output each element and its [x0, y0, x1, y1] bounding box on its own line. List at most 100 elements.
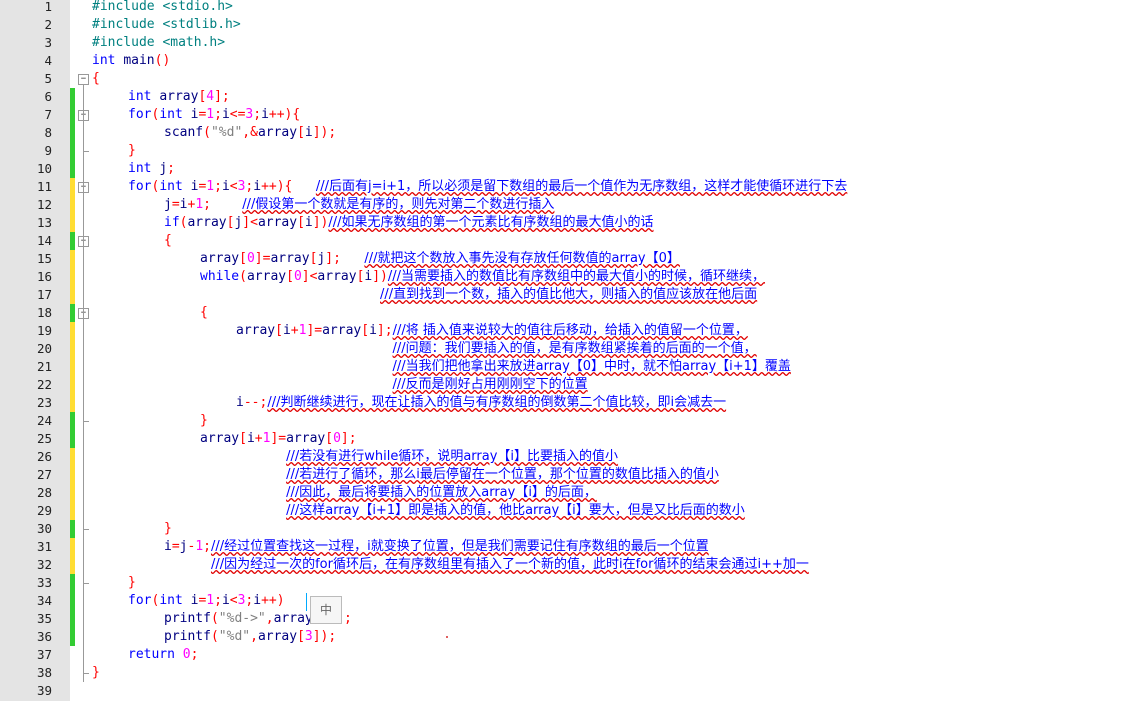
code-line[interactable]: i=j-1;///经过位置查找这一过程，i就变换了位置，但是我们需要记住有序数组…: [164, 538, 709, 556]
line-number: 7: [44, 107, 52, 122]
change-marker: [70, 484, 75, 502]
change-marker: [70, 304, 75, 322]
code-line[interactable]: ///因为经过一次的for循环后，在有序数组里有插入了一个新的值，此时i在for…: [164, 556, 809, 574]
line-number: 17: [36, 287, 52, 302]
code-line[interactable]: int array[4];: [128, 88, 230, 106]
line-number: 14: [36, 233, 52, 248]
code-line[interactable]: for(int i=1;i<=3;i++){: [128, 106, 300, 124]
code-line[interactable]: }: [92, 664, 100, 682]
line-number: 34: [36, 593, 52, 608]
code-line[interactable]: ///当我们把他拿出来放进array【0】中时，就不怕array【i+1】覆盖: [236, 358, 791, 376]
change-marker: [70, 232, 75, 250]
ime-indicator[interactable]: 中: [310, 596, 342, 624]
change-marker: [70, 574, 75, 592]
line-number: 31: [36, 539, 52, 554]
change-marker: [70, 430, 75, 448]
code-line[interactable]: array[0]=array[j]; ///就把这个数放入事先没有存放任何数值的…: [200, 250, 680, 268]
line-number: 24: [36, 413, 52, 428]
line-number: 37: [36, 647, 52, 662]
code-line[interactable]: printf("%d",array[3]);: [164, 628, 336, 646]
code-line[interactable]: if(array[j]<array[i])///如果无序数组的第一个元素比有序数…: [164, 214, 654, 232]
code-line[interactable]: ///直到找到一个数，插入的值比他大，则插入的值应该放在他后面: [200, 286, 757, 304]
change-marker: [70, 268, 75, 286]
line-number: 11: [36, 179, 52, 194]
code-line[interactable]: }: [128, 142, 136, 160]
line-number: 25: [36, 431, 52, 446]
code-line[interactable]: ///问题：我们要插入的值，是有序数组紧挨着的后面的一个值，: [236, 340, 757, 358]
line-number: 1: [44, 0, 52, 14]
code-line[interactable]: for(int i=1;i<3;i++){ ///后面有j=i+1，所以必须是留…: [128, 178, 847, 196]
code-line[interactable]: }: [164, 520, 172, 538]
change-marker: [70, 250, 75, 268]
line-number: 16: [36, 269, 52, 284]
code-line[interactable]: #include <stdlib.h>: [92, 16, 241, 34]
code-line[interactable]: #include <math.h>: [92, 34, 225, 52]
change-marker: [70, 286, 75, 304]
code-line[interactable]: array[i+1]=array[i];///将 插入值来说较大的值往后移动，给…: [236, 322, 748, 340]
line-number: 8: [44, 125, 52, 140]
code-line[interactable]: {: [164, 232, 172, 250]
change-marker: [70, 538, 75, 556]
code-line[interactable]: int j;: [128, 160, 175, 178]
line-number: 27: [36, 467, 52, 482]
change-marker: [70, 592, 75, 610]
line-number: 38: [36, 665, 52, 680]
change-marker: [70, 412, 75, 430]
code-line[interactable]: while(array[0]<array[i])///当需要插入的数值比有序数组…: [200, 268, 765, 286]
code-line[interactable]: ///反而是刚好占用刚刚空下的位置: [236, 376, 588, 394]
change-marker: [70, 88, 75, 106]
line-number: 10: [36, 161, 52, 176]
line-number: 5: [44, 71, 52, 86]
change-marker: [70, 142, 75, 160]
change-marker: [70, 322, 75, 340]
code-editor[interactable]: #include <stdio.h> #include <stdlib.h> #in…: [0, 0, 1131, 701]
change-marker: [70, 520, 75, 538]
code-line[interactable]: ///若没有进行while循环，说明array【i】比要插入的值小: [200, 448, 618, 466]
line-number: 35: [36, 611, 52, 626]
code-line[interactable]: j=i+1; ///假设第一个数就是有序的，则先对第二个数进行插入: [164, 196, 554, 214]
line-number: 30: [36, 521, 52, 536]
change-marker: [70, 556, 75, 574]
line-number: 4: [44, 53, 52, 68]
code-line[interactable]: scanf("%d",&array[i]);: [164, 124, 336, 142]
line-number: 36: [36, 629, 52, 644]
line-number: 19: [36, 323, 52, 338]
line-number: 2: [44, 17, 52, 32]
code-line[interactable]: int main(): [92, 52, 170, 70]
line-number: 13: [36, 215, 52, 230]
line-number: 9: [44, 143, 52, 158]
change-marker: [70, 106, 75, 124]
change-marker: [70, 124, 75, 142]
line-number: 21: [36, 359, 52, 374]
code-line[interactable]: for(int i=1;i<3;i++): [128, 592, 285, 610]
line-number: 33: [36, 575, 52, 590]
line-number: 20: [36, 341, 52, 356]
code-line[interactable]: ///因此，最后将要插入的位置放入array【i】的后面，: [200, 484, 597, 502]
change-marker: [70, 610, 75, 628]
code-line[interactable]: {: [92, 70, 100, 88]
code-line[interactable]: return 0;: [128, 646, 198, 664]
line-number: 26: [36, 449, 52, 464]
change-marker: [70, 178, 75, 196]
code-line[interactable]: i--;///判断继续进行，现在让插入的值与有序数组的倒数第二个值比较，即i会减…: [236, 394, 726, 412]
line-number: 18: [36, 305, 52, 320]
line-number: 28: [36, 485, 52, 500]
code-line[interactable]: array[i+1]=array[0];: [200, 430, 357, 448]
code-line[interactable]: #include <stdio.h>: [92, 0, 233, 16]
code-line[interactable]: }: [128, 574, 136, 592]
code-line[interactable]: }: [200, 412, 208, 430]
change-marker: [70, 196, 75, 214]
line-number: 29: [36, 503, 52, 518]
code-line[interactable]: {: [200, 304, 208, 322]
change-marker: [70, 340, 75, 358]
line-number: 23: [36, 395, 52, 410]
change-marker: [70, 358, 75, 376]
change-marker: [70, 160, 75, 178]
change-marker: [70, 394, 75, 412]
code-line[interactable]: ///若进行了循环，那么i最后停留在一个位置，那个位置的数值比插入的值小: [200, 466, 719, 484]
line-number: 22: [36, 377, 52, 392]
fold-guide: [83, 84, 84, 682]
code-line[interactable]: ///这样array【i+1】即是插入的值，他比array【i】要大，但是又比后…: [200, 502, 745, 520]
line-number: 12: [36, 197, 52, 212]
line-number: 15: [36, 251, 52, 266]
